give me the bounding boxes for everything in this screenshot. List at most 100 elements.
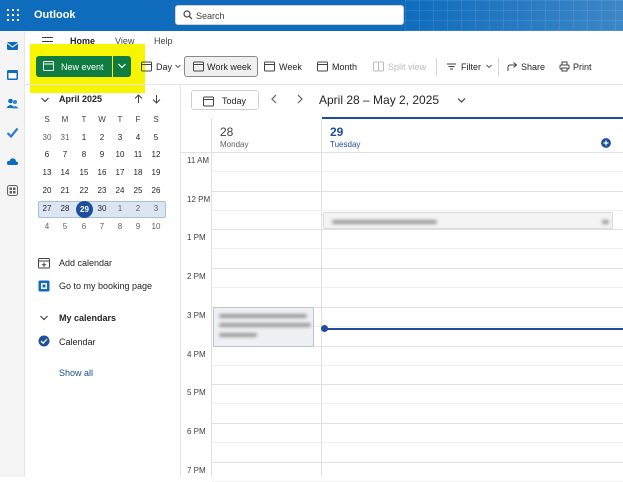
add-event-icon[interactable] — [601, 138, 611, 148]
day-view-button[interactable]: Day — [141, 58, 181, 76]
tab-help[interactable]: Help — [154, 36, 173, 46]
mini-calendar-day[interactable]: 1 — [75, 130, 93, 146]
mini-calendar-title[interactable]: April 2025 — [59, 94, 102, 104]
mini-calendar-day[interactable]: 12 — [147, 147, 165, 163]
mini-calendar-day[interactable]: 11 — [129, 147, 147, 163]
mini-calendar-day[interactable]: 4 — [38, 219, 56, 235]
more-apps-icon[interactable] — [6, 184, 19, 197]
booking-page-link[interactable]: Go to my booking page — [59, 281, 152, 291]
mini-calendar-day[interactable]: 19 — [147, 165, 165, 181]
month-view-icon — [317, 61, 328, 72]
mini-calendar-day[interactable]: 7 — [93, 219, 111, 235]
mini-calendar-day[interactable]: 20 — [38, 183, 56, 199]
hour-line — [212, 152, 623, 153]
calendar-icon[interactable] — [6, 68, 19, 81]
event-block[interactable] — [213, 307, 314, 347]
mail-icon[interactable] — [6, 39, 19, 52]
previous-week-icon[interactable] — [270, 94, 278, 104]
mini-calendar-day[interactable]: 30 — [93, 201, 111, 217]
week-view-button[interactable]: Week — [264, 58, 306, 76]
chevron-down-icon[interactable] — [39, 313, 49, 323]
mini-calendar-day[interactable]: 7 — [56, 147, 74, 163]
half-hour-line — [212, 441, 623, 443]
mini-calendar-day[interactable]: 21 — [56, 183, 74, 199]
split-view-label: Split view — [388, 62, 427, 72]
mini-calendar-day[interactable]: 9 — [93, 147, 111, 163]
add-calendar-icon — [38, 258, 50, 269]
work-week-label: Work week — [207, 62, 252, 72]
next-week-icon[interactable] — [296, 94, 304, 104]
work-week-icon — [193, 61, 204, 72]
mini-calendar-day[interactable]: 6 — [38, 147, 56, 163]
mini-calendar-day[interactable]: 24 — [111, 183, 129, 199]
mini-calendar-day[interactable]: 26 — [147, 183, 165, 199]
mini-calendar-day[interactable]: 3 — [111, 130, 129, 146]
mini-calendar-day[interactable]: 2 — [93, 130, 111, 146]
today-button[interactable]: Today — [191, 90, 259, 110]
print-button[interactable]: Print — [559, 58, 597, 76]
todo-icon[interactable] — [6, 126, 19, 139]
mini-calendar-day[interactable]: 31 — [56, 130, 74, 146]
app-launcher-icon[interactable] — [7, 9, 19, 21]
onedrive-icon[interactable] — [6, 155, 19, 168]
mini-calendar-day[interactable]: 2 — [129, 201, 147, 217]
mini-calendar-day[interactable]: 27 — [38, 201, 56, 217]
mini-calendar-today[interactable]: 29 — [76, 201, 93, 218]
people-icon[interactable] — [6, 97, 19, 110]
mini-calendar-day[interactable]: 5 — [56, 219, 74, 235]
add-calendar-link[interactable]: Add calendar — [59, 258, 112, 268]
mini-calendar-day[interactable]: 10 — [147, 219, 165, 235]
mini-calendar-day[interactable]: 22 — [75, 183, 93, 199]
mini-calendar-day[interactable]: 10 — [111, 147, 129, 163]
time-label: 2 PM — [187, 272, 206, 282]
app-title[interactable]: Outlook — [34, 9, 76, 21]
day-number-tuesday[interactable]: 29 — [330, 125, 343, 139]
mini-calendar-day[interactable]: 9 — [129, 219, 147, 235]
collapse-chevron-icon[interactable] — [40, 95, 50, 105]
calendar-list-item[interactable]: Calendar — [59, 337, 96, 347]
mini-calendar-day[interactable]: 5 — [147, 130, 165, 146]
month-view-button[interactable]: Month — [317, 58, 363, 76]
mini-calendar-day[interactable]: 14 — [56, 165, 74, 181]
mini-calendar-day[interactable]: 3 — [147, 201, 165, 217]
mini-calendar-day[interactable]: 15 — [75, 165, 93, 181]
mini-calendar-day[interactable]: 6 — [75, 219, 93, 235]
event-title-redacted — [219, 333, 257, 337]
today-indicator-bar — [322, 117, 623, 119]
search-icon — [183, 10, 193, 20]
mini-calendar-day[interactable]: 17 — [111, 165, 129, 181]
work-week-view-button[interactable]: Work week — [184, 56, 258, 77]
filter-button[interactable]: Filter — [446, 58, 494, 76]
weekday-header: S — [153, 115, 159, 124]
share-label: Share — [521, 62, 546, 72]
mini-calendar-day[interactable]: 16 — [93, 165, 111, 181]
my-calendars-header[interactable]: My calendars — [59, 313, 116, 323]
mini-calendar-day[interactable]: 18 — [129, 165, 147, 181]
mini-calendar-day[interactable]: 28 — [56, 201, 74, 217]
mini-calendar-day[interactable]: 25 — [129, 183, 147, 199]
mini-calendar-day[interactable]: 4 — [129, 130, 147, 146]
chevron-down-icon[interactable] — [457, 97, 466, 104]
search-input[interactable]: Search — [175, 5, 404, 25]
new-event-icon — [43, 61, 54, 71]
event-block[interactable] — [323, 212, 613, 229]
mini-calendar-day[interactable]: 30 — [38, 130, 56, 146]
show-all-link[interactable]: Show all — [59, 368, 93, 378]
arrow-down-icon[interactable] — [152, 94, 161, 104]
new-event-button[interactable]: New event — [36, 56, 112, 77]
mini-calendar-day[interactable]: 13 — [38, 165, 56, 181]
day-name-monday: Monday — [220, 140, 249, 149]
arrow-up-icon[interactable] — [134, 94, 143, 104]
share-button[interactable]: Share — [507, 58, 547, 76]
date-range-title[interactable]: April 28 – May 2, 2025 — [319, 93, 439, 107]
mini-calendar-day[interactable]: 8 — [111, 219, 129, 235]
mini-calendar-day[interactable]: 23 — [93, 183, 111, 199]
mini-calendar-day[interactable]: 1 — [111, 201, 129, 217]
day-number-monday[interactable]: 28 — [220, 125, 233, 139]
mini-calendar-day[interactable]: 8 — [75, 147, 93, 163]
time-label: 4 PM — [187, 349, 206, 359]
chevron-down-icon — [175, 64, 181, 69]
weekday-header: S — [44, 115, 50, 124]
new-event-dropdown[interactable] — [113, 56, 131, 77]
checked-circle-icon[interactable] — [38, 335, 50, 347]
